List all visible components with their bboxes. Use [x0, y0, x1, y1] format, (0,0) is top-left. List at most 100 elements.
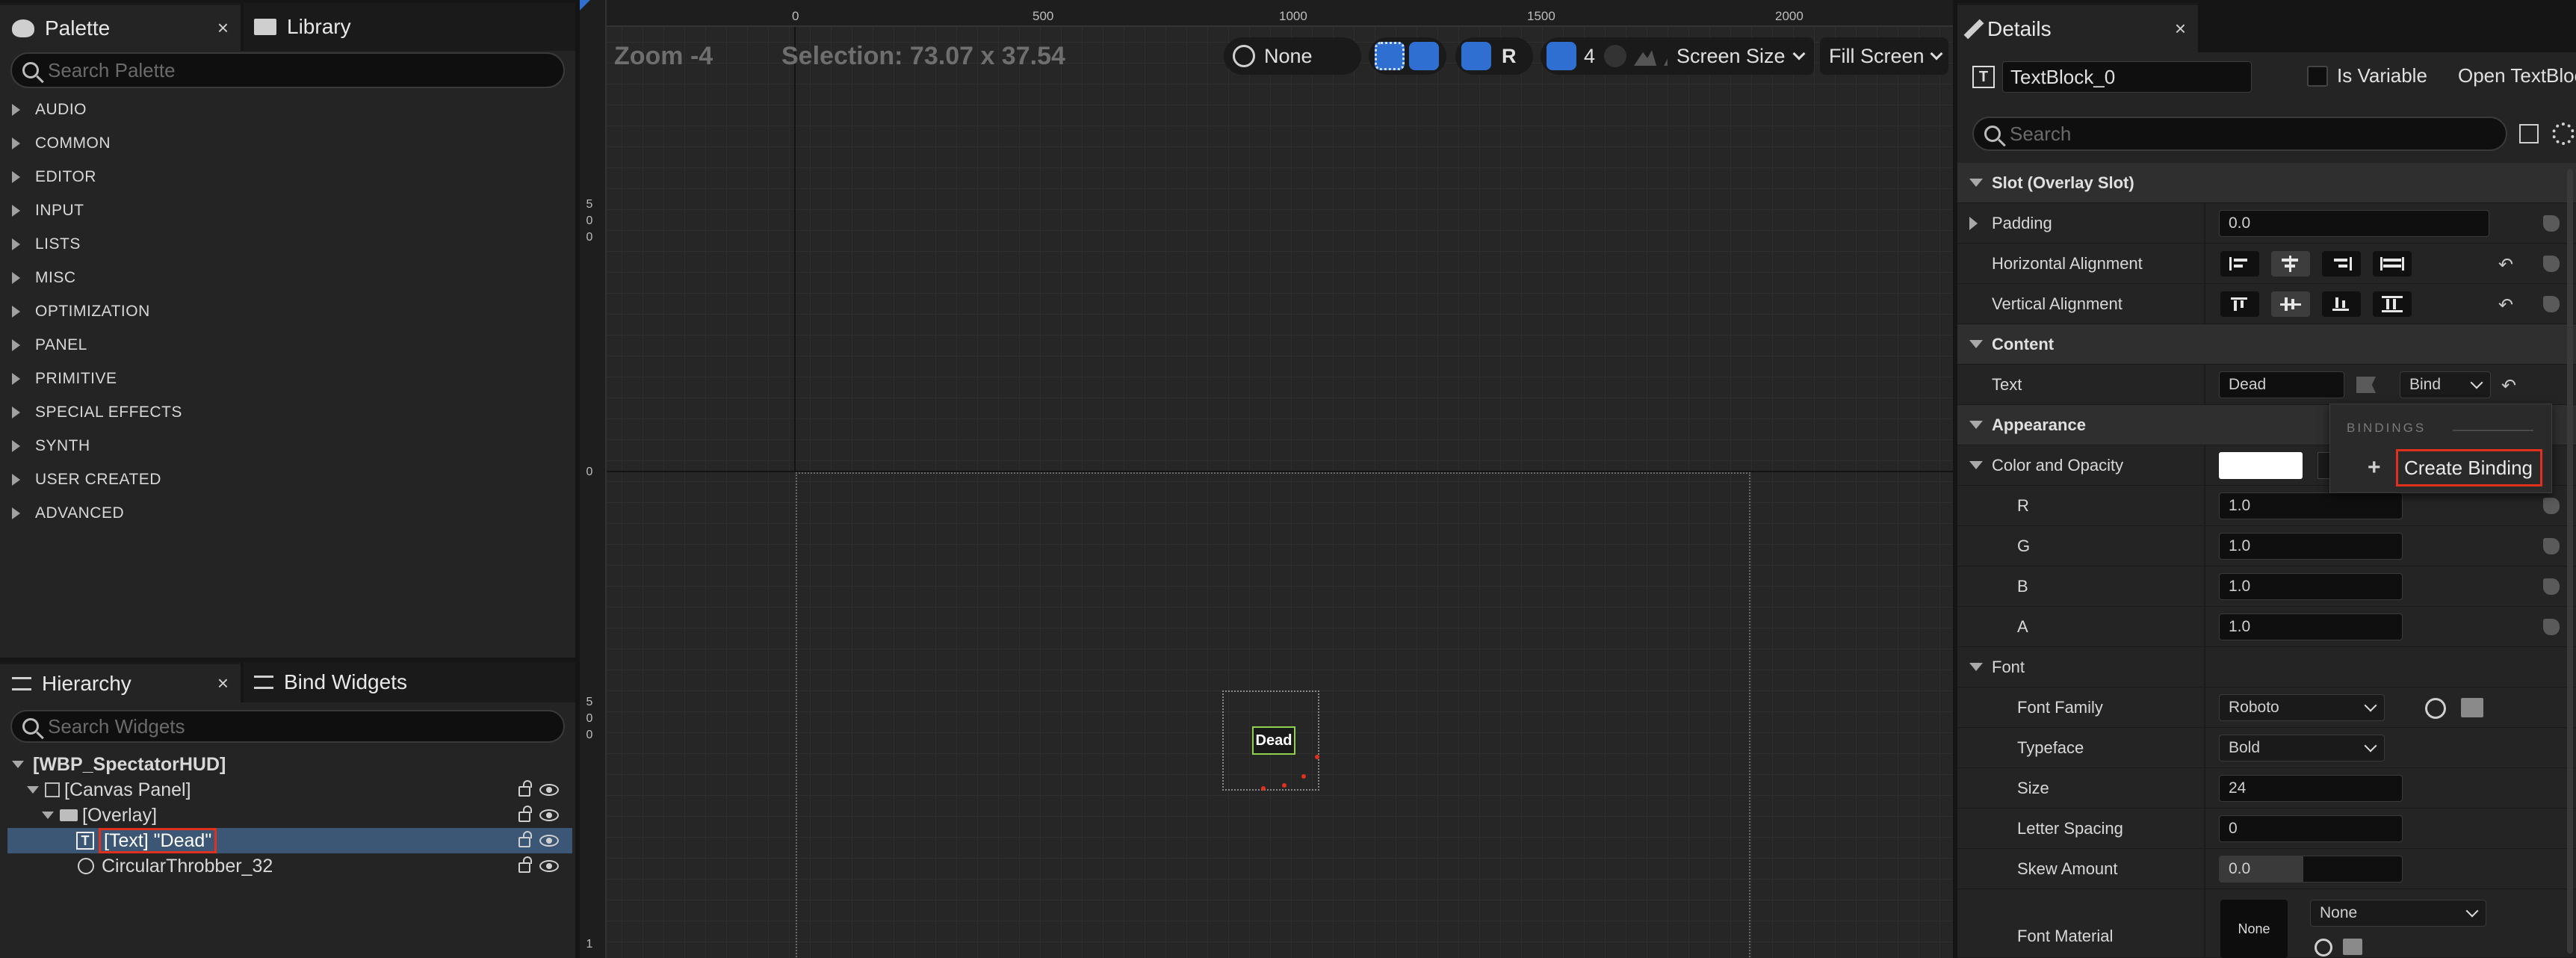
close-icon[interactable]: ×	[2175, 17, 2186, 40]
lock-icon[interactable]	[518, 831, 532, 847]
grid-icon[interactable]	[1546, 42, 1576, 70]
size-input[interactable]: 24	[2219, 775, 2403, 802]
eye-icon[interactable]	[539, 860, 559, 872]
browse-folder-icon[interactable]	[2343, 939, 2362, 955]
layout-toggle[interactable]: R	[1455, 37, 1533, 75]
r-label[interactable]: R	[1502, 45, 1517, 68]
grid-snap-value[interactable]: 4	[1584, 45, 1595, 68]
collapse-arrow-icon[interactable]	[12, 761, 24, 768]
lock-icon[interactable]	[518, 806, 532, 822]
tab-details[interactable]: Details ×	[1957, 3, 2198, 52]
tab-library[interactable]: Library	[244, 3, 575, 51]
eye-icon[interactable]	[539, 784, 559, 796]
marquee-icon[interactable]	[1375, 42, 1405, 70]
designer-viewport[interactable]: 0 500 1000 1500 2000 5 0 0 0 5 0 0 1 Dea…	[580, 0, 1953, 958]
tree-item-canvas-panel[interactable]: [Canvas Panel]	[7, 777, 572, 803]
dead-text-widget[interactable]: Dead	[1252, 726, 1295, 755]
font-material-thumbnail[interactable]: None	[2220, 900, 2288, 958]
localization-preview-button[interactable]: None	[1224, 37, 1361, 75]
tree-item-overlay[interactable]: [Overlay]	[7, 803, 572, 828]
letter-spacing-input[interactable]: 0	[2219, 815, 2403, 842]
widget-name-input[interactable]: TextBlock_0	[2002, 61, 2252, 93]
font-family-dropdown[interactable]: Roboto	[2219, 694, 2385, 721]
cursor-icon[interactable]	[1604, 45, 1627, 67]
close-icon[interactable]: ×	[217, 672, 229, 695]
hierarchy-search-input[interactable]: Search Widgets	[10, 710, 565, 743]
skew-amount-slider[interactable]: 0.0	[2219, 856, 2403, 883]
section-font[interactable]: Font	[1957, 647, 2576, 687]
eye-icon[interactable]	[539, 809, 559, 821]
details-search-input[interactable]: Search	[1972, 117, 2507, 151]
browse-back-icon[interactable]	[2425, 698, 2446, 719]
bind-property-icon[interactable]	[2543, 296, 2560, 312]
palette-category-synth[interactable]: SYNTH	[0, 429, 572, 463]
palette-category-input[interactable]: INPUT	[0, 194, 572, 227]
panel-splitter[interactable]	[1953, 0, 1957, 958]
text-value-input[interactable]: Dead	[2219, 371, 2344, 398]
tab-hierarchy[interactable]: Hierarchy ×	[0, 662, 241, 702]
align-fill-button[interactable]	[2373, 251, 2412, 276]
valign-fill-button[interactable]	[2373, 291, 2412, 317]
collapse-arrow-icon[interactable]	[42, 812, 54, 819]
palette-category-editor[interactable]: EDITOR	[0, 160, 572, 194]
respect-locks-toggle[interactable]	[1369, 37, 1446, 75]
open-textblock-link[interactable]: Open TextBloc	[2458, 64, 2576, 87]
align-right-button[interactable]	[2322, 251, 2361, 276]
typeface-dropdown[interactable]: Bold	[2219, 735, 2385, 761]
palette-category-common[interactable]: COMMON	[0, 126, 572, 160]
table-view-icon[interactable]	[2519, 124, 2539, 143]
font-material-dropdown[interactable]: None	[2310, 900, 2486, 927]
section-slot[interactable]: Slot (Overlay Slot)	[1957, 163, 2576, 203]
collapse-arrow-icon[interactable]	[27, 786, 39, 794]
color-swatch[interactable]	[2219, 452, 2303, 479]
b-input[interactable]: 1.0	[2219, 573, 2403, 600]
lock-icon[interactable]	[518, 856, 532, 873]
tree-item-circular-throbber[interactable]: CircularThrobber_32	[7, 853, 572, 879]
lock-icon[interactable]	[1409, 42, 1439, 70]
tree-item-text-dead[interactable]: T [Text] "Dead"	[7, 828, 572, 853]
browse-back-icon[interactable]	[2315, 939, 2332, 957]
details-scrollbar[interactable]	[2567, 169, 2573, 954]
valign-top-button[interactable]	[2220, 291, 2259, 317]
tab-bind-widgets[interactable]: Bind Widgets	[244, 662, 575, 702]
bind-property-icon[interactable]	[2543, 498, 2560, 514]
valign-bottom-button[interactable]	[2322, 291, 2361, 317]
lock-icon[interactable]	[518, 780, 532, 797]
bind-property-icon[interactable]	[2543, 538, 2560, 554]
reset-icon[interactable]: ↶	[2498, 294, 2513, 316]
palette-category-user-created[interactable]: USER CREATED	[0, 463, 572, 496]
fill-screen-dropdown[interactable]: Fill Screen	[1820, 37, 1948, 75]
palette-category-audio[interactable]: AUDIO	[0, 93, 572, 126]
bind-property-icon[interactable]	[2543, 578, 2560, 595]
layout-icon[interactable]	[1461, 42, 1491, 70]
r-input[interactable]: 1.0	[2219, 492, 2403, 519]
localization-flag-icon[interactable]	[2356, 377, 2376, 393]
palette-category-lists[interactable]: LISTS	[0, 227, 572, 261]
tab-palette[interactable]: Palette ×	[0, 3, 241, 51]
palette-category-special-effects[interactable]: SPECIAL EFFECTS	[0, 395, 572, 429]
padding-input[interactable]: 0.0	[2219, 210, 2489, 237]
browse-folder-icon[interactable]	[2461, 698, 2483, 717]
bind-dropdown[interactable]: Bind	[2400, 371, 2491, 398]
gear-icon[interactable]	[2552, 123, 2575, 145]
is-variable-checkbox[interactable]	[2307, 66, 2328, 87]
expand-arrow-icon[interactable]	[1969, 217, 1978, 230]
bind-property-icon[interactable]	[2543, 256, 2560, 272]
bind-property-icon[interactable]	[2543, 619, 2560, 635]
align-center-button[interactable]	[2271, 251, 2310, 276]
panel-splitter[interactable]	[575, 0, 580, 958]
bind-property-icon[interactable]	[2543, 215, 2560, 232]
g-input[interactable]: 1.0	[2219, 533, 2403, 560]
close-icon[interactable]: ×	[217, 16, 229, 40]
reset-icon[interactable]: ↶	[2501, 375, 2516, 397]
palette-category-primitive[interactable]: PRIMITIVE	[0, 362, 572, 395]
palette-category-misc[interactable]: MISC	[0, 261, 572, 294]
reset-icon[interactable]: ↶	[2498, 254, 2513, 276]
tree-item-root[interactable]: [WBP_SpectatorHUD]	[7, 752, 572, 777]
align-left-button[interactable]	[2220, 251, 2259, 276]
a-input[interactable]: 1.0	[2219, 614, 2403, 640]
valign-center-button[interactable]	[2271, 291, 2310, 317]
section-content[interactable]: Content	[1957, 324, 2576, 365]
screen-size-dropdown[interactable]: Screen Size	[1668, 37, 1814, 75]
palette-category-optimization[interactable]: OPTIMIZATION	[0, 294, 572, 328]
